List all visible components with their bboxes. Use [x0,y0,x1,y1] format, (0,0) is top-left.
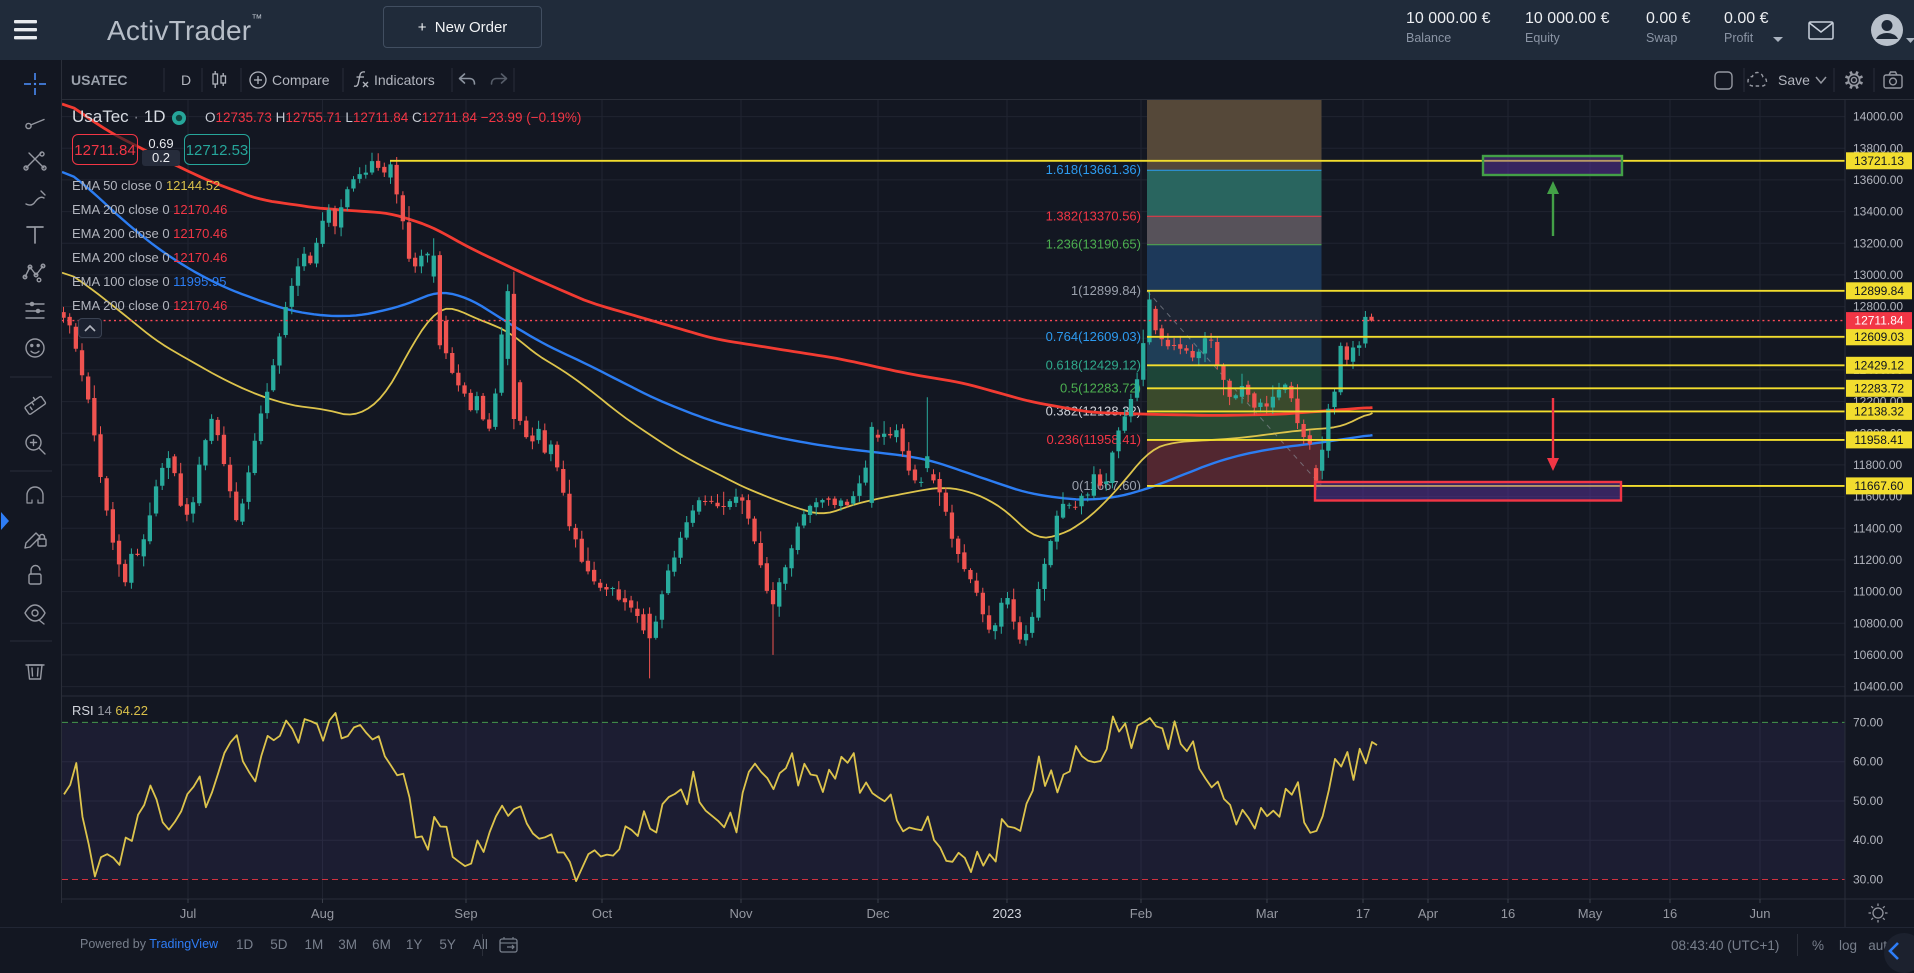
svg-text:50.00: 50.00 [1853,794,1883,808]
svg-text:11800.00: 11800.00 [1853,458,1902,472]
svg-text:0.236(11958.41): 0.236(11958.41) [1047,432,1141,447]
svg-text:12138.32: 12138.32 [1854,404,1904,418]
svg-text:Jul: Jul [180,906,197,921]
svg-text:11000.00: 11000.00 [1853,585,1902,599]
svg-text:13721.13: 13721.13 [1854,154,1904,168]
svg-text:Mar: Mar [1256,906,1279,921]
svg-text:17: 17 [1356,906,1370,921]
svg-text:Feb: Feb [1130,906,1152,921]
svg-text:Aug: Aug [311,906,334,921]
svg-text:1.618(13661.36): 1.618(13661.36) [1046,162,1141,177]
svg-text:40.00: 40.00 [1853,833,1883,847]
svg-text:11400.00: 11400.00 [1853,521,1902,535]
svg-text:10800.00: 10800.00 [1853,616,1903,630]
svg-text:11200.00: 11200.00 [1853,553,1902,567]
svg-text:1.382(13370.56): 1.382(13370.56) [1046,208,1141,223]
svg-text:10400.00: 10400.00 [1853,680,1903,694]
svg-text:11667.60: 11667.60 [1854,479,1903,493]
svg-text:Compare: Compare [272,72,330,88]
svg-text:0.764(12609.03): 0.764(12609.03) [1046,329,1141,344]
svg-text:1(12899.84): 1(12899.84) [1071,283,1141,298]
svg-text:Indicators: Indicators [374,72,435,88]
svg-text:14000.00: 14000.00 [1853,110,1903,124]
svg-text:1.236(13190.65): 1.236(13190.65) [1046,237,1141,252]
svg-text:May: May [1578,906,1603,921]
svg-text:30.00: 30.00 [1853,873,1883,887]
svg-text:70.00: 70.00 [1853,715,1883,729]
svg-text:16: 16 [1663,906,1677,921]
svg-text:USATEC: USATEC [71,72,128,88]
svg-text:Save: Save [1778,72,1810,88]
svg-text:12609.03: 12609.03 [1854,330,1904,344]
svg-text:0.618(12429.12): 0.618(12429.12) [1046,357,1141,372]
svg-text:Apr: Apr [1418,906,1439,921]
svg-text:Dec: Dec [866,906,890,921]
svg-text:10600.00: 10600.00 [1853,648,1903,662]
svg-text:Jun: Jun [1750,906,1771,921]
svg-text:13000.00: 13000.00 [1853,268,1903,282]
svg-text:12800.00: 12800.00 [1853,300,1903,314]
svg-text:Nov: Nov [729,906,753,921]
svg-text:13600.00: 13600.00 [1853,173,1903,187]
svg-text:12283.72: 12283.72 [1854,381,1904,395]
svg-text:2023: 2023 [993,906,1022,921]
svg-text:13200.00: 13200.00 [1853,236,1903,250]
svg-text:12711.84: 12711.84 [1854,314,1903,328]
svg-text:Oct: Oct [592,906,613,921]
svg-text:0.5(12283.72): 0.5(12283.72) [1060,380,1141,395]
svg-text:12429.12: 12429.12 [1854,358,1904,372]
svg-text:13400.00: 13400.00 [1853,205,1903,219]
svg-text:Sep: Sep [454,906,477,921]
svg-text:D: D [181,72,191,88]
svg-text:60.00: 60.00 [1853,755,1883,769]
svg-text:16: 16 [1501,906,1515,921]
svg-text:11958.41: 11958.41 [1854,433,1903,447]
svg-text:12899.84: 12899.84 [1854,284,1904,298]
